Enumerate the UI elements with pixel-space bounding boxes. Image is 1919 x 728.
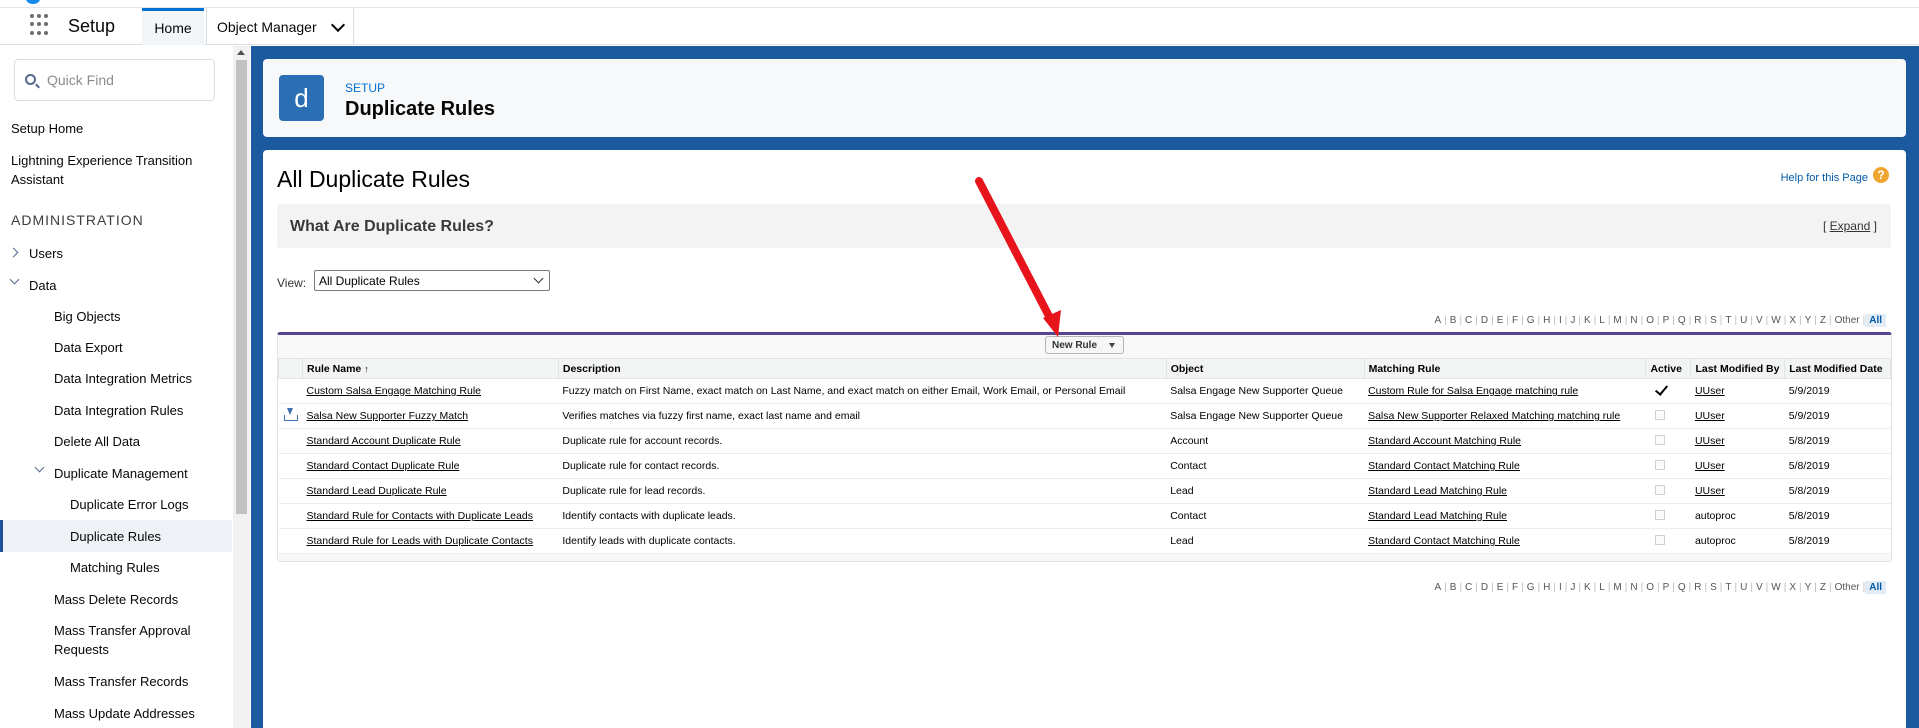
red-arrow-annotation <box>975 177 1061 337</box>
